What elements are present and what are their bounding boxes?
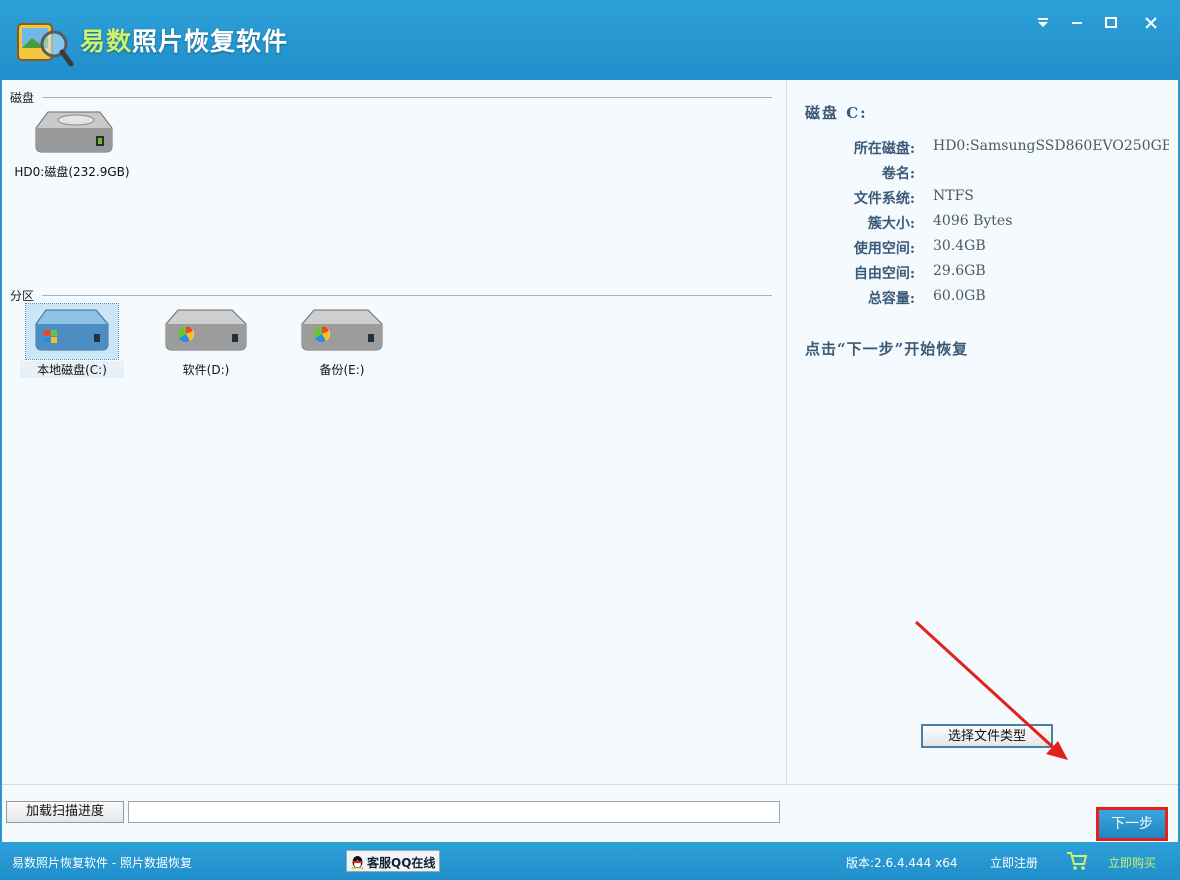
info-value: NTFS <box>933 188 974 204</box>
drive-icon <box>292 304 392 359</box>
close-icon[interactable] <box>1138 10 1164 36</box>
info-panel: 磁盘 C: 所在磁盘: HD0:SamsungSSD860EVO250GB(23… <box>786 80 1179 784</box>
hard-disk-icon <box>22 104 122 161</box>
load-progress-button[interactable]: 加载扫描进度 <box>6 801 124 823</box>
shopping-cart-icon <box>1067 852 1088 870</box>
qq-support-button[interactable]: 客服QQ在线 <box>346 850 440 872</box>
info-key: 卷名: <box>881 166 915 182</box>
buy-link[interactable]: 立即购买 <box>1108 854 1156 871</box>
info-key: 文件系统: <box>853 191 915 207</box>
partition-section-divider <box>42 295 772 296</box>
partition-item-c[interactable]: 本地磁盘(C:) <box>20 303 124 378</box>
partition-section-label: 分区 <box>10 287 39 304</box>
info-row-disk: 所在磁盘: HD0:SamsungSSD860EVO250GB(2330 <box>787 138 1179 158</box>
qq-button-label: 客服QQ在线 <box>367 856 436 870</box>
restore-hint: 点击“下一步”开始恢复 <box>805 340 969 358</box>
title-bar: 易数照片恢复软件 <box>0 0 1180 80</box>
device-pane: 磁盘 HD0:磁盘(232.9GB) 分区 本地磁盘(C:) 软件(D:) 备份… <box>2 80 784 784</box>
info-row-total: 总容量: 60.0GB <box>787 288 1179 308</box>
partition-item-d[interactable]: 软件(D:) <box>154 304 258 378</box>
info-key: 簇大小: <box>867 216 915 232</box>
partition-item-label: 软件(D:) <box>182 363 230 377</box>
info-row-used: 使用空间: 30.4GB <box>787 238 1179 258</box>
maximize-icon[interactable] <box>1098 10 1124 36</box>
app-logo-icon <box>17 23 74 67</box>
info-key: 总容量: <box>867 291 915 307</box>
partition-item-e[interactable]: 备份(E:) <box>290 304 394 378</box>
info-value: 29.6GB <box>933 263 986 279</box>
version-text: 版本:2.6.4.444 x64 <box>846 856 958 870</box>
menu-icon[interactable] <box>1030 10 1056 36</box>
app-title: 易数照片恢复软件 <box>80 27 289 56</box>
status-bar: 易数照片恢复软件 - 照片数据恢复 客服QQ在线 版本:2.6.4.444 x6… <box>0 842 1180 880</box>
windows-drive-icon <box>25 303 119 360</box>
main-area: 磁盘 HD0:磁盘(232.9GB) 分区 本地磁盘(C:) 软件(D:) 备份… <box>2 80 1179 843</box>
info-key: 所在磁盘: <box>853 141 915 157</box>
info-value: 30.4GB <box>933 238 986 254</box>
disk-section-divider <box>42 97 772 98</box>
info-value: 60.0GB <box>933 288 986 304</box>
info-title: 磁盘 C: <box>805 104 868 122</box>
bottom-bar: 加载扫描进度 下一步 <box>2 784 1178 843</box>
qq-penguin-icon <box>351 856 364 869</box>
info-value: HD0:SamsungSSD860EVO250GB(2330 <box>933 138 1169 154</box>
info-row-volume: 卷名: <box>787 163 1179 183</box>
progress-file-input[interactable] <box>128 801 780 823</box>
partition-item-label: 备份(E:) <box>319 363 365 377</box>
info-row-filesystem: 文件系统: NTFS <box>787 188 1179 208</box>
next-step-button[interactable]: 下一步 <box>1096 807 1168 841</box>
select-file-type-button[interactable]: 选择文件类型 <box>921 724 1053 748</box>
drive-icon <box>156 304 256 359</box>
info-value: 4096 Bytes <box>933 213 1013 229</box>
info-key: 使用空间: <box>853 241 915 257</box>
minimize-icon[interactable] <box>1064 10 1090 36</box>
info-row-free: 自由空间: 29.6GB <box>787 263 1179 283</box>
disk-item-label: HD0:磁盘(232.9GB) <box>14 165 130 179</box>
status-app-name: 易数照片恢复软件 - 照片数据恢复 <box>12 856 192 870</box>
disk-item-hd0[interactable]: HD0:磁盘(232.9GB) <box>10 104 134 180</box>
info-key: 自由空间: <box>853 266 915 282</box>
register-link[interactable]: 立即注册 <box>990 854 1038 871</box>
partition-item-label: 本地磁盘(C:) <box>20 361 124 378</box>
info-row-cluster: 簇大小: 4096 Bytes <box>787 213 1179 233</box>
